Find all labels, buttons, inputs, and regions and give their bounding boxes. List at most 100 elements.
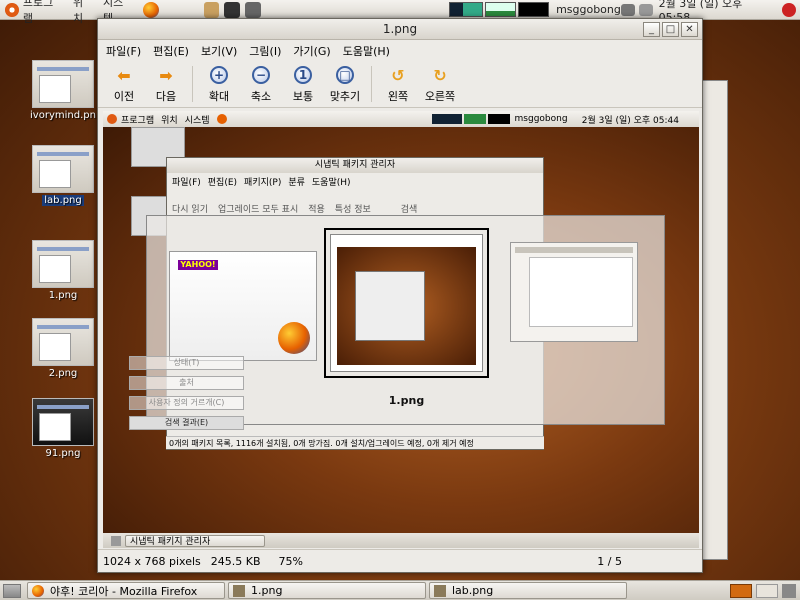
- image-dimensions: 1024 x 768 pixels: [103, 554, 201, 568]
- image-viewer-window: 1.png _ □ ✕ 파일(F) 편집(E) 보기(V) 그림(I) 가기(G…: [97, 18, 703, 573]
- title-bar[interactable]: 1.png _ □ ✕: [98, 19, 702, 40]
- task-firefox[interactable]: 야후! 코리아 - Mozilla Firefox: [27, 582, 225, 599]
- show-desktop-icon: [111, 535, 121, 546]
- menu-image[interactable]: 그림(I): [249, 43, 281, 59]
- synaptic-filter-button: 사용자 정의 거르개(C): [129, 396, 244, 410]
- rotate-right-button[interactable]: ↻ 오른쪽: [420, 62, 460, 104]
- image-thumbnail: [32, 60, 94, 108]
- inner-task-synaptic: 시냅틱 패키지 관리자: [125, 534, 265, 547]
- close-button[interactable]: ✕: [681, 21, 698, 37]
- desktop-icon-label: lab.png: [42, 195, 84, 206]
- image-viewer-icon: [233, 584, 245, 597]
- next-label: 다음: [155, 90, 177, 103]
- task-1png[interactable]: 1.png: [228, 582, 426, 599]
- memory-monitor: [485, 2, 517, 17]
- synaptic-search-results-button: 검색 결과(E): [129, 416, 244, 430]
- screenshot-icon[interactable]: [245, 1, 262, 18]
- zoom-normal-label: 보통: [292, 90, 314, 103]
- previous-button[interactable]: ⬅ 이전: [104, 62, 144, 104]
- ubuntu-logo-icon[interactable]: [5, 2, 19, 17]
- volume-icon[interactable]: [638, 3, 653, 16]
- firefox-icon: [216, 114, 227, 124]
- ubuntu-logo-icon: [107, 114, 117, 124]
- image-thumbnail: [32, 398, 94, 446]
- cpu-monitor: [449, 2, 484, 17]
- maximize-button[interactable]: □: [662, 21, 679, 37]
- desktop-icon-label: 2.png: [48, 368, 78, 379]
- desktop-icon-label: 1.png: [48, 290, 78, 301]
- window-title: 1.png: [382, 22, 418, 36]
- inner-bottom-panel: 시냅틱 패키지 관리자: [103, 533, 699, 548]
- menu-applications[interactable]: 프로그램: [23, 0, 63, 26]
- inner-task-label: 시냅틱 패키지 관리자: [130, 537, 211, 547]
- network-monitor: [518, 2, 550, 17]
- bottom-panel: 야후! 코리아 - Mozilla Firefox 1.png lab.png: [0, 580, 800, 600]
- zoom-fit-button[interactable]: □ 맞추기: [325, 62, 365, 104]
- inner-clock: 2월 3일 (일) 오후 05:44: [581, 115, 679, 126]
- menu-edit[interactable]: 편집(E): [153, 43, 189, 59]
- inner-synaptic-menu: 패키지(P): [244, 177, 282, 188]
- task-label: 야후! 코리아 - Mozilla Firefox: [50, 584, 198, 598]
- zoom-out-label: 축소: [250, 90, 272, 103]
- image-thumbnail: [32, 318, 94, 366]
- status-bar: 1024 x 768 pixels 245.5 KB 75% 1 / 5: [98, 549, 702, 572]
- image-canvas[interactable]: 프로그램 위치 시스템 msggobong 2월 3일 (일) 오후 05:44…: [103, 111, 699, 548]
- home-folder-icon[interactable]: [203, 1, 220, 18]
- zoom-in-button[interactable]: + 확대: [199, 62, 239, 104]
- toolbar-separator: [371, 66, 372, 102]
- desktop-icon-label: 91.png: [45, 448, 81, 459]
- inner-synaptic-menu: 도움말(H): [311, 177, 351, 188]
- toolbar-separator: [192, 66, 193, 102]
- desktop-icon-91png[interactable]: 91.png: [30, 398, 96, 459]
- synaptic-statusbar: 0개의 패키지 목록, 1116개 설치됨, 0개 망가짐. 0개 설치/업그레…: [166, 436, 544, 449]
- desktop-icon-2png[interactable]: 2.png: [30, 318, 96, 379]
- zoom-in-label: 확대: [208, 90, 230, 103]
- workspace-switcher[interactable]: [756, 583, 778, 598]
- menu-bar: 파일(F) 편집(E) 보기(V) 그림(I) 가기(G) 도움말(H): [98, 40, 702, 62]
- rotate-left-button[interactable]: ↺ 왼쪽: [378, 62, 418, 104]
- inner-synaptic-tool: 다시 읽기: [172, 205, 208, 215]
- desktop-icon-lab[interactable]: lab.png: [30, 145, 96, 206]
- switcher-thumb-firefox: YAHOO!: [169, 251, 317, 361]
- firefox-icon: [278, 322, 310, 354]
- menu-help[interactable]: 도움말(H): [343, 43, 390, 59]
- firefox-launcher-icon[interactable]: [143, 1, 159, 18]
- network-status-icon[interactable]: [620, 3, 635, 16]
- inner-synaptic-toolbar: 다시 읽기 업그레이드 모두 표시 적용 특성 정보 검색: [167, 189, 543, 217]
- zoom-out-button[interactable]: − 축소: [241, 62, 281, 104]
- window-switcher-overlay: YAHOO! 1.png: [146, 215, 665, 425]
- zoom-normal-button[interactable]: 1 보통: [283, 62, 323, 104]
- switcher-thumb-other: [510, 242, 638, 342]
- shutdown-icon[interactable]: [782, 2, 796, 17]
- username-label: msggobong: [556, 3, 621, 16]
- zoom-normal-icon: 1: [294, 66, 312, 84]
- inner-synaptic-title: 시냅틱 패키지 관리자: [167, 158, 543, 173]
- zoom-level: 75%: [278, 554, 303, 568]
- rotate-left-icon: ↺: [391, 65, 405, 85]
- desktop-icon-ivorymind[interactable]: ivorymind.pn: [30, 60, 96, 121]
- inner-synaptic-menu: 파일(F): [172, 177, 201, 188]
- show-desktop-icon[interactable]: [3, 583, 21, 598]
- inner-top-panel: 프로그램 위치 시스템 msggobong 2월 3일 (일) 오후 05:44: [103, 111, 699, 127]
- rotate-right-icon: ↻: [433, 65, 447, 85]
- next-button[interactable]: ➡ 다음: [146, 62, 186, 104]
- desktop-icon-1png[interactable]: 1.png: [30, 240, 96, 301]
- minimize-button[interactable]: _: [643, 21, 660, 37]
- image-thumbnail: [32, 145, 94, 193]
- background-window[interactable]: [700, 80, 728, 560]
- inner-synaptic-tool: 적용: [308, 205, 325, 215]
- trash-icon[interactable]: [782, 583, 796, 598]
- top-panel: 프로그램 위치 시스템 msggobong 2월 3일 (일) 오후 05:58: [0, 0, 800, 25]
- network-monitor: [487, 114, 510, 124]
- menu-go[interactable]: 가기(G): [293, 43, 330, 59]
- image-filesize: 245.5 KB: [210, 554, 261, 568]
- menu-file[interactable]: 파일(F): [106, 43, 141, 59]
- terminal-icon[interactable]: [224, 1, 241, 18]
- memory-monitor: [463, 114, 486, 124]
- toolbar: ⬅ 이전 ➡ 다음 + 확대 − 축소 1 보통 □ 맞추기 ↺ 왼쪽 ↻ 오른…: [98, 62, 702, 108]
- task-labpng[interactable]: lab.png: [429, 582, 627, 599]
- menu-places[interactable]: 위치: [73, 0, 93, 26]
- menu-view[interactable]: 보기(V): [201, 43, 237, 59]
- arrow-right-icon: ➡: [159, 65, 173, 85]
- workspace-switcher[interactable]: [730, 583, 752, 598]
